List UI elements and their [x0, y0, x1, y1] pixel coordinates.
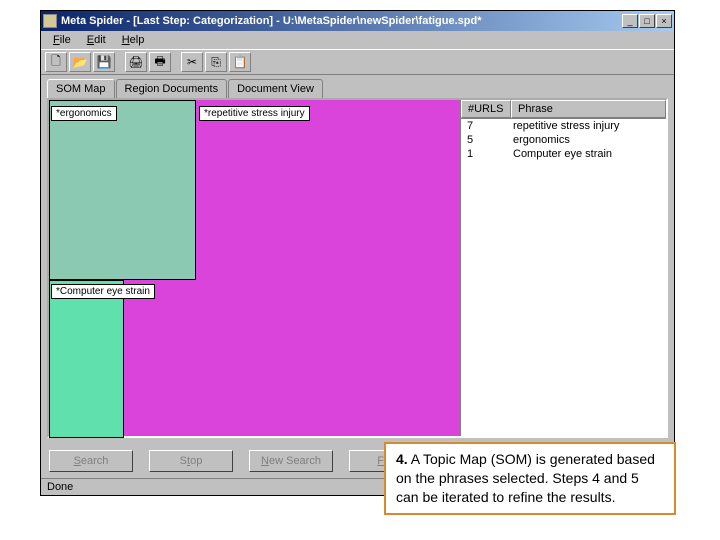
annotation-callout: 4. A Topic Map (SOM) is generated based … [384, 442, 676, 515]
stop-button[interactable]: Stop [149, 450, 233, 472]
paste-icon[interactable]: 📋 [229, 52, 251, 72]
phrase-rows: 7 repetitive stress injury 5 ergonomics … [461, 119, 666, 436]
callout-number: 4. [396, 451, 408, 467]
col-header-phrase[interactable]: Phrase [511, 100, 666, 118]
open-file-icon[interactable]: 📂 [69, 52, 91, 72]
table-row[interactable]: 5 ergonomics [461, 133, 666, 147]
label-repetitive: *repetitive stress injury [199, 106, 310, 121]
tab-strip: SOM Map Region Documents Document View [41, 75, 674, 98]
copy-icon[interactable]: ⎘ [205, 52, 227, 72]
som-map[interactable]: *ergonomics *repetitive stress injury *C… [49, 100, 461, 436]
phrase-panel: #URLS Phrase 7 repetitive stress injury … [461, 100, 666, 436]
app-window: Meta Spider - [Last Step: Categorization… [40, 10, 675, 496]
table-row[interactable]: 1 Computer eye strain [461, 147, 666, 161]
menu-file[interactable]: File [45, 33, 79, 47]
content-pane: *ergonomics *repetitive stress injury *C… [47, 98, 668, 438]
phrase-header: #URLS Phrase [461, 100, 666, 119]
label-eye-strain: *Computer eye strain [51, 284, 155, 299]
label-ergonomics: *ergonomics [51, 106, 117, 121]
region-eye-strain[interactable] [49, 280, 124, 438]
close-button[interactable]: × [656, 14, 672, 28]
tab-som-map[interactable]: SOM Map [47, 79, 115, 98]
save-file-icon[interactable]: 💾 [93, 52, 115, 72]
col-header-urls[interactable]: #URLS [461, 100, 511, 118]
callout-text: A Topic Map (SOM) is generated based on … [396, 451, 655, 505]
new-search-button[interactable]: New Search [249, 450, 333, 472]
menu-edit[interactable]: Edit [79, 33, 114, 47]
menubar: File Edit Help [41, 31, 674, 49]
region-ergonomics[interactable] [49, 100, 196, 280]
toolbar: 🗋 📂 💾 🖨 🖶 ✂ ⎘ 📋 [41, 49, 674, 75]
cut-icon[interactable]: ✂ [181, 52, 203, 72]
tab-region-documents[interactable]: Region Documents [116, 79, 228, 98]
maximize-button[interactable]: □ [639, 14, 655, 28]
print-preview-icon[interactable]: 🖨 [125, 52, 147, 72]
titlebar: Meta Spider - [Last Step: Categorization… [41, 11, 674, 31]
app-icon [43, 14, 57, 28]
print-icon[interactable]: 🖶 [149, 52, 171, 72]
window-title: Meta Spider - [Last Step: Categorization… [61, 15, 622, 27]
table-row[interactable]: 7 repetitive stress injury [461, 119, 666, 133]
search-button[interactable]: Search [49, 450, 133, 472]
minimize-button[interactable]: _ [622, 14, 638, 28]
menu-help[interactable]: Help [114, 33, 153, 47]
new-file-icon[interactable]: 🗋 [45, 52, 67, 72]
window-controls: _ □ × [622, 14, 672, 28]
tab-document-view[interactable]: Document View [228, 79, 323, 98]
